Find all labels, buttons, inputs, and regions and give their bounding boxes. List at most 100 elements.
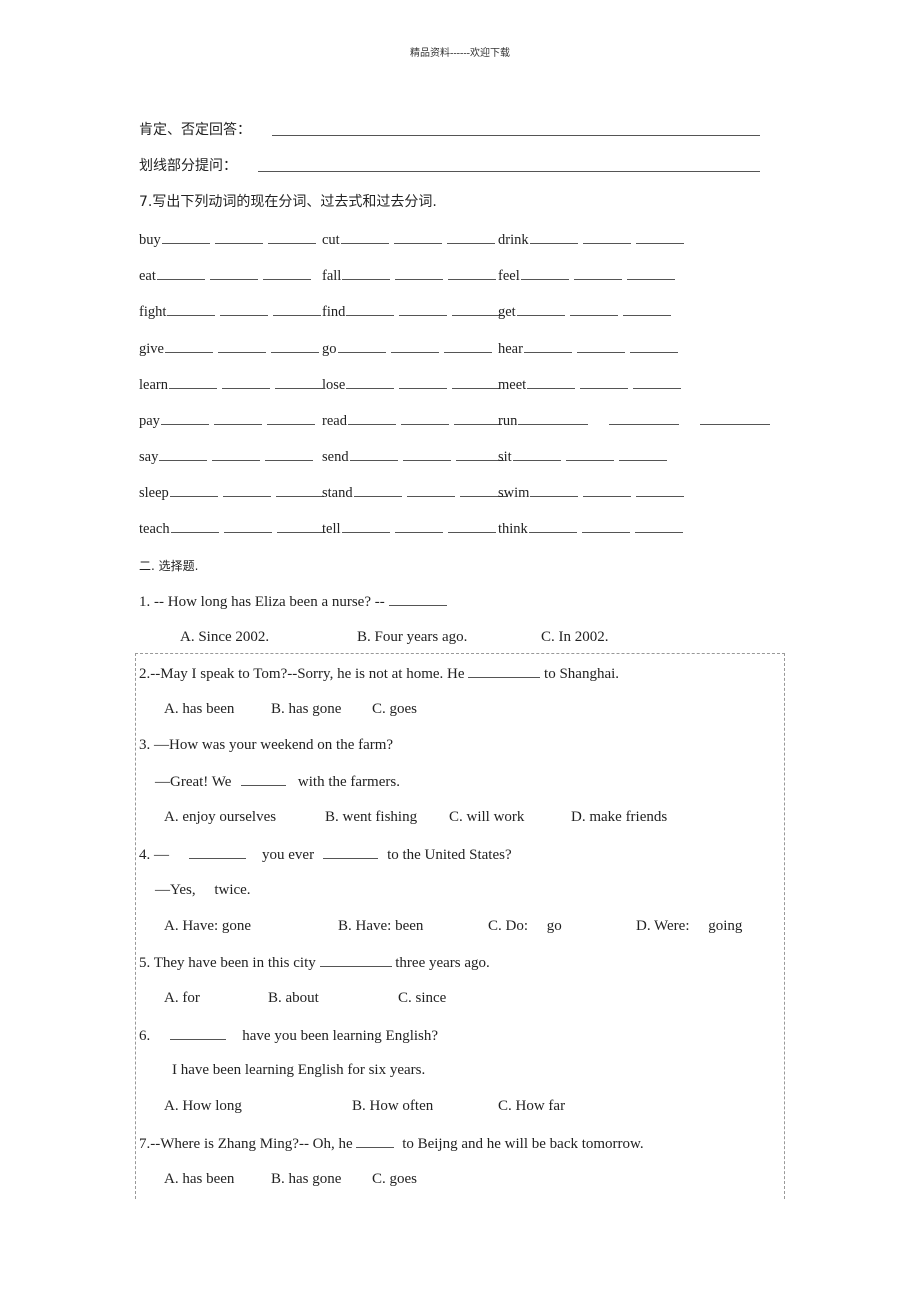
present-participle-blank[interactable] — [341, 519, 390, 533]
past-participle-blank[interactable] — [636, 483, 685, 497]
past-participle-blank[interactable] — [622, 302, 671, 316]
question-5-option-c[interactable]: C. since — [398, 989, 446, 1007]
present-participle-blank[interactable] — [168, 375, 217, 389]
present-participle-blank[interactable] — [159, 447, 208, 461]
question-5-option-a[interactable]: A. for — [164, 989, 200, 1007]
past-tense-blank[interactable] — [220, 302, 269, 316]
past-tense-blank[interactable] — [609, 411, 680, 425]
past-participle-blank[interactable] — [270, 339, 319, 353]
question-2-blank[interactable] — [468, 664, 541, 678]
underline-question-field[interactable] — [258, 170, 760, 172]
past-tense-blank[interactable] — [390, 339, 439, 353]
present-participle-blank[interactable] — [529, 230, 578, 244]
past-participle-blank[interactable] — [446, 230, 495, 244]
past-tense-blank[interactable] — [395, 266, 444, 280]
past-tense-blank[interactable] — [399, 375, 448, 389]
question-4-option-d[interactable]: D. Were: going — [636, 917, 742, 935]
present-participle-blank[interactable] — [161, 230, 210, 244]
past-tense-blank[interactable] — [217, 339, 266, 353]
present-participle-blank[interactable] — [518, 411, 589, 425]
question-5-option-b[interactable]: B. about — [268, 989, 319, 1007]
past-participle-blank[interactable] — [452, 375, 501, 389]
past-tense-blank[interactable] — [394, 519, 443, 533]
question-1-blank[interactable] — [388, 592, 447, 606]
past-tense-blank[interactable] — [580, 375, 629, 389]
past-tense-blank[interactable] — [582, 230, 631, 244]
present-participle-blank[interactable] — [340, 230, 389, 244]
past-participle-blank[interactable] — [276, 519, 325, 533]
past-participle-blank[interactable] — [635, 230, 684, 244]
question-3-option-b[interactable]: B. went fishing — [325, 808, 417, 826]
past-tense-blank[interactable] — [223, 519, 272, 533]
present-participle-blank[interactable] — [346, 375, 395, 389]
past-tense-blank[interactable] — [581, 519, 630, 533]
question-5-blank[interactable] — [319, 953, 392, 967]
present-participle-blank[interactable] — [342, 266, 391, 280]
question-6-option-a[interactable]: A. How long — [164, 1097, 242, 1115]
past-participle-blank[interactable] — [266, 411, 315, 425]
present-participle-blank[interactable] — [346, 302, 395, 316]
question-2-option-c[interactable]: C. goes — [372, 700, 417, 718]
past-participle-blank[interactable] — [273, 302, 322, 316]
question-3-blank[interactable] — [241, 772, 287, 786]
past-tense-blank[interactable] — [583, 483, 632, 497]
present-participle-blank[interactable] — [156, 266, 205, 280]
question-6-option-b[interactable]: B. How often — [352, 1097, 433, 1115]
past-participle-blank[interactable] — [626, 266, 675, 280]
past-tense-blank[interactable] — [213, 411, 262, 425]
present-participle-blank[interactable] — [164, 339, 213, 353]
past-tense-blank[interactable] — [576, 339, 625, 353]
present-participle-blank[interactable] — [167, 302, 216, 316]
past-participle-blank[interactable] — [634, 519, 683, 533]
question-1-option-a[interactable]: A. Since 2002. — [180, 628, 269, 646]
past-participle-blank[interactable] — [633, 375, 682, 389]
present-participle-blank[interactable] — [347, 411, 396, 425]
present-participle-blank[interactable] — [523, 339, 572, 353]
past-tense-blank[interactable] — [222, 483, 271, 497]
past-tense-blank[interactable] — [400, 411, 449, 425]
question-6-blank[interactable] — [170, 1026, 227, 1040]
past-participle-blank[interactable] — [447, 519, 496, 533]
past-tense-blank[interactable] — [402, 447, 451, 461]
past-participle-blank[interactable] — [443, 339, 492, 353]
past-tense-blank[interactable] — [406, 483, 455, 497]
question-7-option-c[interactable]: C. goes — [372, 1170, 417, 1188]
past-participle-blank[interactable] — [262, 266, 311, 280]
question-7-option-b[interactable]: B. has gone — [271, 1170, 341, 1188]
question-4-option-b[interactable]: B. Have: been — [338, 917, 423, 935]
question-4-option-c[interactable]: C. Do: go — [488, 917, 562, 935]
past-participle-blank[interactable] — [700, 411, 771, 425]
past-tense-blank[interactable] — [573, 266, 622, 280]
question-3-option-d[interactable]: D. make friends — [571, 808, 667, 826]
question-7-blank[interactable] — [356, 1134, 395, 1148]
question-4-blank-2[interactable] — [323, 845, 379, 859]
past-participle-blank[interactable] — [618, 447, 667, 461]
present-participle-blank[interactable] — [530, 483, 579, 497]
present-participle-blank[interactable] — [512, 447, 561, 461]
question-7-option-a[interactable]: A. has been — [164, 1170, 234, 1188]
past-tense-blank[interactable] — [221, 375, 270, 389]
present-participle-blank[interactable] — [353, 483, 402, 497]
past-participle-blank[interactable] — [453, 411, 502, 425]
present-participle-blank[interactable] — [170, 519, 219, 533]
present-participle-blank[interactable] — [349, 447, 398, 461]
past-tense-blank[interactable] — [399, 302, 448, 316]
question-1-option-b[interactable]: B. Four years ago. — [357, 628, 467, 646]
past-tense-blank[interactable] — [393, 230, 442, 244]
present-participle-blank[interactable] — [528, 519, 577, 533]
question-6-option-c[interactable]: C. How far — [498, 1097, 565, 1115]
past-participle-blank[interactable] — [452, 302, 501, 316]
past-participle-blank[interactable] — [267, 230, 316, 244]
past-participle-blank[interactable] — [455, 447, 504, 461]
past-tense-blank[interactable] — [214, 230, 263, 244]
present-participle-blank[interactable] — [527, 375, 576, 389]
question-2-option-b[interactable]: B. has gone — [271, 700, 341, 718]
present-participle-blank[interactable] — [520, 266, 569, 280]
past-participle-blank[interactable] — [265, 447, 314, 461]
question-3-option-c[interactable]: C. will work — [449, 808, 524, 826]
past-participle-blank[interactable] — [629, 339, 678, 353]
past-tense-blank[interactable] — [212, 447, 261, 461]
past-tense-blank[interactable] — [569, 302, 618, 316]
past-tense-blank[interactable] — [565, 447, 614, 461]
past-tense-blank[interactable] — [209, 266, 258, 280]
